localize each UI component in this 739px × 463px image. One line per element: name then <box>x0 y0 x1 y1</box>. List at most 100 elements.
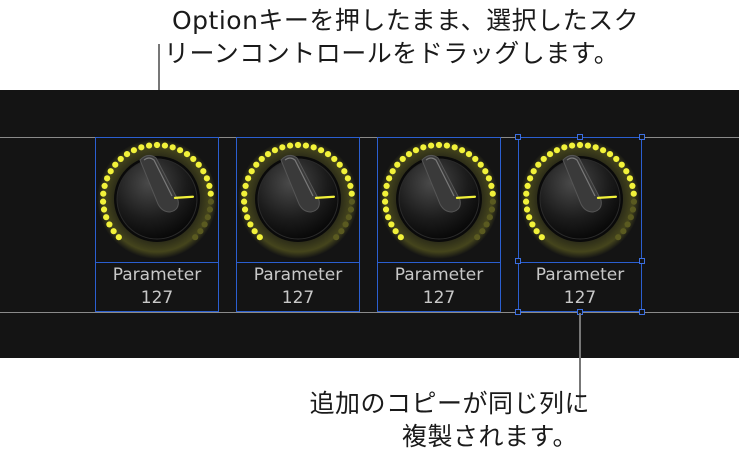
led-dot <box>523 206 531 213</box>
led-dot <box>526 214 533 221</box>
led-dot <box>626 175 633 182</box>
led-dot <box>472 155 479 163</box>
led-dot <box>104 175 111 182</box>
parameter-label: Parameter <box>112 265 202 285</box>
led-dot <box>183 151 191 158</box>
led-dot <box>530 168 537 175</box>
knob-indicator <box>455 195 477 199</box>
led-dot <box>240 198 248 205</box>
selection-handle[interactable] <box>639 134 645 140</box>
led-dot <box>630 198 638 205</box>
led-dot <box>241 206 249 213</box>
selection-handle[interactable] <box>515 309 521 315</box>
instruction-callout-bottom: 追加のコピーが同じ列に 複製されます。 <box>270 387 590 453</box>
callout-top-line-2: リーンコントロールをドラッグします。 <box>164 39 620 68</box>
selection-handle[interactable] <box>515 134 521 140</box>
knob-2[interactable] <box>237 138 359 262</box>
led-dot <box>488 182 495 189</box>
parameter-label: Parameter <box>394 265 484 285</box>
selection-handle[interactable] <box>577 134 583 140</box>
led-dot <box>485 175 492 182</box>
led-dot <box>538 234 545 241</box>
led-dot <box>606 151 614 158</box>
led-dot <box>623 168 630 175</box>
led-dot <box>451 144 458 151</box>
led-dot <box>338 228 345 235</box>
led-dot <box>107 168 114 175</box>
knob-4[interactable] <box>519 138 641 262</box>
led-dot <box>241 190 248 197</box>
led-dot <box>479 228 486 235</box>
led-dot <box>386 175 393 182</box>
led-dot <box>302 142 310 149</box>
selection-handle[interactable] <box>639 309 645 315</box>
led-dot <box>546 151 554 158</box>
instruction-callout-top: Optionキーを押したまま、選択したスク リーンコントロールをドラッグします。 <box>164 4 732 70</box>
led-dot <box>529 221 536 228</box>
led-dot <box>576 141 584 149</box>
led-dot <box>613 155 620 163</box>
led-dot <box>405 151 413 158</box>
led-dot <box>294 141 302 149</box>
led-dot <box>599 147 607 154</box>
led-dot <box>618 161 625 168</box>
led-dot <box>540 155 547 163</box>
led-dot <box>477 161 484 168</box>
knob-1[interactable] <box>96 138 218 262</box>
led-dot <box>388 221 395 228</box>
parameter-label: Parameter <box>535 265 625 285</box>
led-dot <box>197 228 204 235</box>
screen-control-2[interactable]: Parameter 127 <box>236 137 360 312</box>
led-dot <box>584 142 592 149</box>
led-dot <box>138 144 145 151</box>
led-dot <box>397 234 404 241</box>
led-dot <box>347 206 355 213</box>
led-dot <box>465 151 473 158</box>
led-dot <box>100 206 108 213</box>
led-dot <box>488 206 496 213</box>
led-dot <box>474 234 481 241</box>
led-dot <box>192 234 199 241</box>
callout-bottom-line-1: 追加のコピーが同じ列に <box>309 389 590 418</box>
led-dot <box>115 234 122 241</box>
selection-handle[interactable] <box>639 258 645 264</box>
led-dot <box>592 144 599 151</box>
led-dot <box>427 142 435 149</box>
selection-handle[interactable] <box>515 258 521 264</box>
screen-control-3[interactable]: Parameter 127 <box>377 137 501 312</box>
led-dot <box>101 182 108 189</box>
parameter-value: 127 <box>281 288 315 308</box>
parameter-label: Parameter <box>253 265 343 285</box>
knob-indicator <box>596 195 618 199</box>
knob-3[interactable] <box>378 138 500 262</box>
led-dot <box>317 147 325 154</box>
led-dot <box>112 161 119 168</box>
led-dot <box>630 190 637 197</box>
led-dot <box>258 155 265 163</box>
led-dot <box>130 147 138 154</box>
led-dot <box>201 221 208 228</box>
led-dot <box>568 142 576 149</box>
led-dot <box>527 175 534 182</box>
led-dot <box>482 168 489 175</box>
led-dot <box>153 141 161 149</box>
led-dot <box>443 142 451 149</box>
led-dot <box>310 144 317 151</box>
led-dot <box>253 161 260 168</box>
led-dot <box>245 175 252 182</box>
led-dot <box>145 142 153 149</box>
led-dot <box>106 221 113 228</box>
led-dot <box>553 147 561 154</box>
screen-control-4-selected[interactable]: Parameter 127 <box>518 137 642 312</box>
led-dot <box>389 168 396 175</box>
led-dot <box>251 228 258 235</box>
led-dot <box>169 144 176 151</box>
led-dot <box>385 214 392 221</box>
led-dot <box>394 161 401 168</box>
screen-control-1[interactable]: Parameter 127 <box>95 137 219 312</box>
led-dot <box>383 182 390 189</box>
led-dot <box>203 175 210 182</box>
led-dot <box>271 147 279 154</box>
led-dot <box>256 234 263 241</box>
led-dot <box>342 221 349 228</box>
